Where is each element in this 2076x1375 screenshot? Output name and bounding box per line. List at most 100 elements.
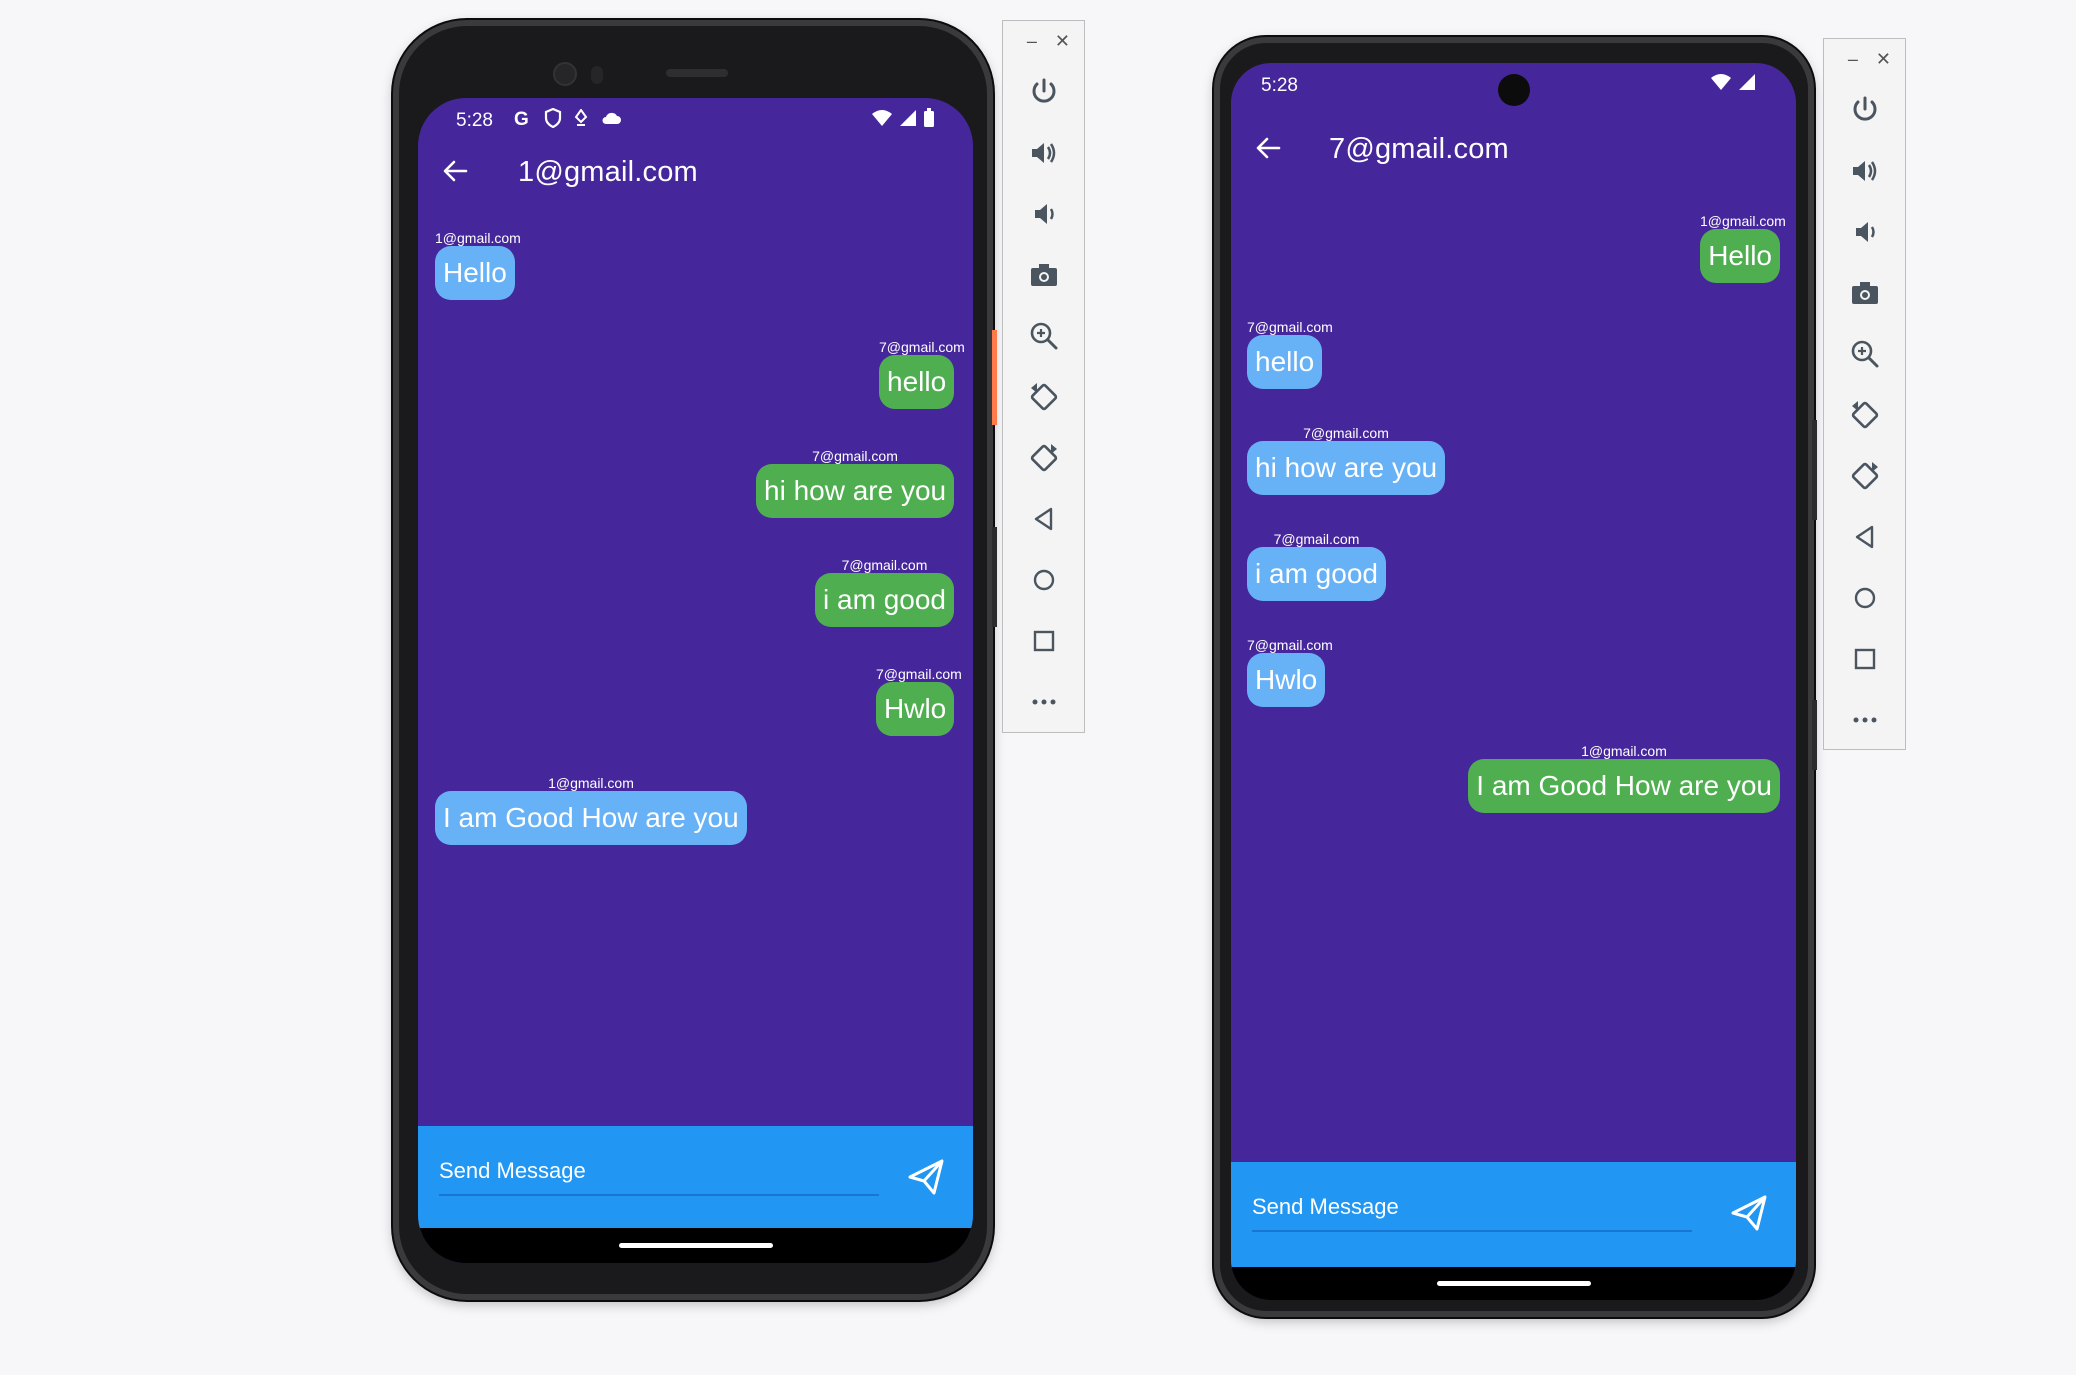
message-item: 7@gmail.com i am good	[815, 557, 954, 627]
screenshot-button[interactable]	[1003, 244, 1084, 305]
screenshot-button[interactable]	[1824, 262, 1905, 323]
rotate-left-button[interactable]	[1824, 384, 1905, 445]
zoom-in-icon	[1030, 322, 1057, 349]
message-bubble[interactable]: hello	[1247, 335, 1323, 389]
emulator-toolbar-2: – ✕	[1823, 38, 1906, 750]
signal-icon	[1739, 74, 1755, 90]
send-icon	[908, 1159, 944, 1195]
volume-up-button[interactable]	[1824, 140, 1905, 201]
message-bubble[interactable]: hello	[879, 355, 954, 409]
power-side-button	[1812, 700, 1817, 770]
back-arrow-button[interactable]	[436, 152, 474, 190]
message-item: 7@gmail.com hi how are you	[1247, 425, 1446, 495]
more-options-button[interactable]	[1824, 689, 1905, 750]
cloud-icon	[602, 112, 621, 124]
battery-icon	[924, 108, 934, 127]
close-button[interactable]: ✕	[1055, 31, 1070, 52]
send-icon	[1731, 1195, 1767, 1231]
rotate-left-icon	[1030, 382, 1057, 410]
power-button[interactable]	[1003, 61, 1084, 122]
message-bubble[interactable]: i am good	[1247, 547, 1386, 601]
back-triangle-icon	[1855, 525, 1873, 548]
zoom-button[interactable]	[1003, 305, 1084, 366]
punch-hole-camera	[1498, 74, 1530, 106]
message-item: 7@gmail.com hi how are you	[756, 448, 954, 518]
message-bubble[interactable]: I am Good How are you	[1468, 759, 1780, 813]
message-item: 1@gmail.com Hello	[435, 230, 521, 300]
more-icon	[1032, 699, 1055, 704]
message-sender: 7@gmail.com	[812, 448, 898, 464]
more-options-button[interactable]	[1003, 671, 1084, 732]
send-message-bar	[418, 1126, 973, 1235]
volume-side-button	[1812, 420, 1817, 520]
rotate-right-icon	[1851, 461, 1878, 489]
message-bubble[interactable]: hi how are you	[1247, 441, 1446, 495]
message-bubble[interactable]: Hello	[435, 246, 515, 300]
message-bubble[interactable]: Hwlo	[876, 682, 954, 736]
message-bubble[interactable]: i am good	[815, 573, 954, 627]
volume-down-icon	[1855, 221, 1875, 242]
volume-down-button[interactable]	[1003, 183, 1084, 244]
home-indicator[interactable]	[618, 1243, 773, 1248]
system-status-icons	[1710, 73, 1756, 91]
message-sender: 7@gmail.com	[841, 557, 928, 573]
emulator-phone-2: 5:28 7@gmail.com 1@gmail.com Hello 7@gmail…	[1214, 37, 1814, 1317]
gesture-nav-bar	[1231, 1267, 1796, 1300]
message-input[interactable]	[439, 1148, 879, 1196]
message-item: 7@gmail.com Hwlo	[868, 666, 962, 736]
send-button[interactable]	[901, 1152, 951, 1202]
google-icon: G	[514, 109, 529, 128]
front-camera-icon	[553, 62, 577, 86]
nav-back-button[interactable]	[1003, 488, 1084, 549]
zoom-in-icon	[1851, 340, 1878, 367]
message-sender: 1@gmail.com	[548, 775, 634, 791]
close-button[interactable]: ✕	[1876, 49, 1891, 70]
rotate-right-button[interactable]	[1003, 427, 1084, 488]
zoom-button[interactable]	[1824, 323, 1905, 384]
back-arrow-icon	[443, 160, 468, 182]
status-bar: 5:28	[1231, 63, 1796, 111]
message-bubble[interactable]: hi how are you	[756, 464, 954, 518]
back-arrow-icon	[1256, 137, 1281, 159]
send-button[interactable]	[1724, 1188, 1774, 1238]
home-indicator[interactable]	[1436, 1281, 1591, 1286]
message-sender: 7@gmail.com	[1247, 637, 1333, 653]
phone-screen: 5:28 7@gmail.com 1@gmail.com Hello 7@gmail…	[1231, 63, 1796, 1300]
emulator-toolbar-1: – ✕	[1002, 20, 1085, 733]
gesture-nav-bar	[418, 1228, 973, 1263]
rotate-left-button[interactable]	[1003, 366, 1084, 427]
chat-title: 7@gmail.com	[1329, 133, 1509, 165]
message-bubble[interactable]: Hwlo	[1247, 653, 1326, 707]
back-arrow-button[interactable]	[1249, 129, 1287, 167]
location-icon	[574, 109, 588, 126]
phone-screen: 5:28 G 1@gmail.com 1@gmail.com Hello 7@gma…	[418, 98, 973, 1263]
volume-up-button[interactable]	[1003, 122, 1084, 183]
emulator-phone-1: 5:28 G 1@gmail.com 1@gmail.com Hello 7@gma…	[393, 20, 993, 1300]
rotate-left-icon	[1851, 400, 1878, 428]
message-input[interactable]	[1252, 1184, 1692, 1232]
message-item: 7@gmail.com hello	[868, 339, 965, 409]
overview-square-icon	[1033, 630, 1054, 651]
message-sender: 1@gmail.com	[1700, 213, 1786, 229]
nav-overview-button[interactable]	[1824, 628, 1905, 689]
minimize-button[interactable]: –	[1848, 49, 1858, 70]
message-sender: 1@gmail.com	[435, 230, 521, 246]
nav-back-button[interactable]	[1824, 506, 1905, 567]
power-side-button	[992, 330, 997, 425]
message-sender: 7@gmail.com	[879, 339, 965, 355]
message-bubble[interactable]: I am Good How are you	[435, 791, 747, 845]
svg-text:G: G	[514, 109, 529, 128]
volume-down-button[interactable]	[1824, 201, 1905, 262]
nav-overview-button[interactable]	[1003, 610, 1084, 671]
message-item: 7@gmail.com i am good	[1247, 531, 1386, 601]
message-bubble[interactable]: Hello	[1700, 229, 1780, 283]
nav-home-button[interactable]	[1003, 549, 1084, 610]
message-item: 1@gmail.com I am Good How are you	[1468, 743, 1780, 813]
rotate-right-button[interactable]	[1824, 445, 1905, 506]
power-button[interactable]	[1824, 79, 1905, 140]
nav-home-button[interactable]	[1824, 567, 1905, 628]
status-bar: 5:28 G	[418, 98, 973, 146]
message-sender: 1@gmail.com	[1581, 743, 1667, 759]
toolbar-window-controls: – ✕	[1824, 39, 1905, 79]
minimize-button[interactable]: –	[1027, 31, 1037, 52]
